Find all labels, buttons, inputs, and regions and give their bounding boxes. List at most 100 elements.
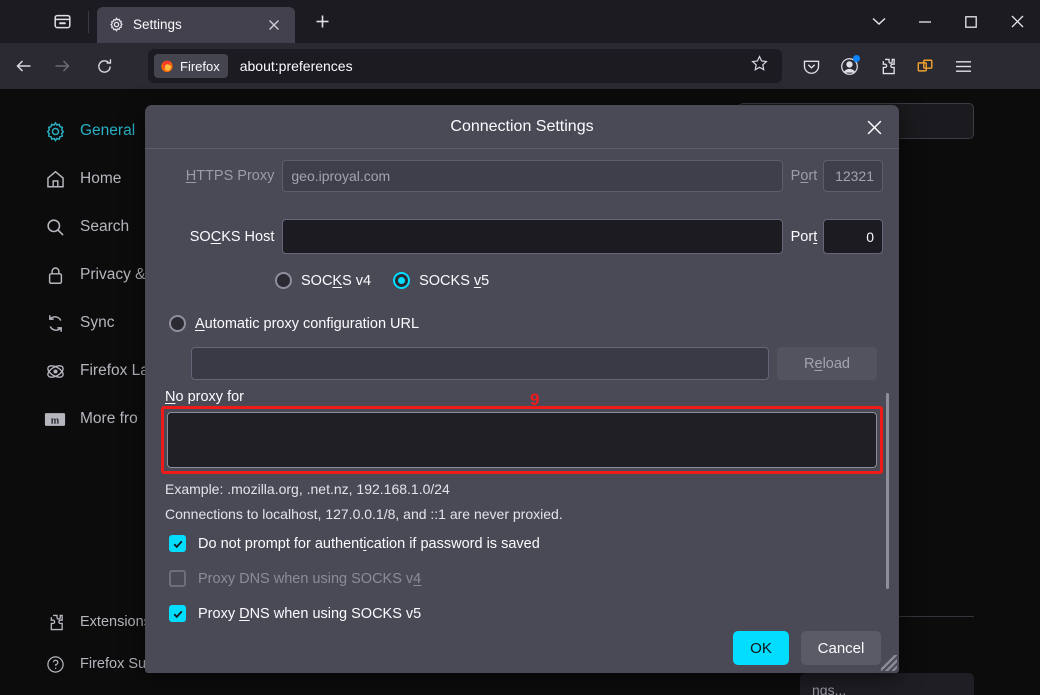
- checkbox-unchecked-icon: [169, 570, 186, 587]
- identity-chip[interactable]: Firefox: [154, 54, 228, 78]
- pac-url-input[interactable]: [191, 347, 769, 380]
- pocket-icon[interactable]: [794, 50, 828, 82]
- dialog-scrollbar[interactable]: [886, 393, 889, 589]
- gear-icon: [109, 17, 124, 32]
- identity-label: Firefox: [180, 58, 220, 74]
- search-icon: [44, 216, 66, 238]
- home-icon: [44, 168, 66, 190]
- tab-title: Settings: [133, 17, 182, 32]
- dialog-body: HTTPS Proxy geo.iproyal.com Port 12321 S…: [145, 149, 899, 623]
- sidebar-item-label: Firefox Sup: [80, 656, 155, 672]
- https-port-input[interactable]: 12321: [823, 160, 884, 192]
- network-settings-button[interactable]: ngs...: [800, 673, 974, 695]
- gear-icon: [44, 120, 66, 142]
- https-proxy-value: geo.iproyal.com: [291, 168, 391, 184]
- radio-auto-proxy-config[interactable]: Automatic proxy configuration URL: [169, 315, 883, 332]
- firefox-logo-icon: [160, 59, 174, 73]
- dialog-footer: OK Cancel: [145, 623, 899, 673]
- checkbox-proxy-dns-socks-v4-label: Proxy DNS when using SOCKS v4: [198, 570, 422, 587]
- socks-host-label: SOCKS Host: [189, 228, 275, 245]
- https-proxy-input[interactable]: geo.iproyal.com: [282, 160, 783, 192]
- dialog-title: Connection Settings: [450, 117, 594, 135]
- url-bar[interactable]: Firefox about:preferences: [148, 49, 782, 83]
- socks-port-input[interactable]: 0: [823, 219, 884, 254]
- socks-host-input[interactable]: [282, 219, 783, 254]
- atom-icon: [44, 360, 66, 382]
- toolbar-icons: [792, 50, 982, 82]
- sidebar-item-label: Home: [80, 170, 122, 187]
- checkbox-checked-icon: [169, 605, 186, 622]
- dialog-header: Connection Settings: [145, 105, 899, 149]
- no-proxy-textarea[interactable]: [167, 412, 877, 468]
- url-text[interactable]: about:preferences: [240, 58, 751, 74]
- https-proxy-label: HTTPS Proxy: [185, 168, 275, 184]
- extensions-icon: [44, 611, 66, 633]
- checkbox-checked-icon: [169, 535, 186, 552]
- radio-button-icon: [275, 272, 292, 289]
- socks-port-label: Port: [790, 228, 818, 245]
- tab-divider: [88, 10, 89, 33]
- extensions-icon[interactable]: [870, 50, 904, 82]
- annotation-marker-9: 9: [530, 390, 540, 409]
- checkbox-proxy-dns-socks-v4: Proxy DNS when using SOCKS v4: [169, 570, 883, 587]
- sidebar-item-label: Firefox La: [80, 362, 149, 379]
- connection-settings-dialog: Connection Settings HTTPS Proxy geo.ipro…: [145, 105, 899, 673]
- radio-button-icon: [169, 315, 186, 332]
- minimize-button[interactable]: [902, 0, 948, 43]
- pac-url-row: Reload: [191, 347, 883, 380]
- checkbox-no-auth-prompt[interactable]: Do not prompt for authentication if pass…: [169, 535, 883, 552]
- no-proxy-localhost-text: Connections to localhost, 127.0.0.1/8, a…: [165, 506, 563, 522]
- star-icon[interactable]: [751, 55, 768, 77]
- checkbox-proxy-dns-socks-v5[interactable]: Proxy DNS when using SOCKS v5: [169, 605, 883, 622]
- auto-proxy-config-label: Automatic proxy configuration URL: [195, 315, 420, 332]
- reload-button-label: Reload: [804, 355, 850, 372]
- tab-settings[interactable]: Settings: [97, 6, 295, 43]
- lock-icon: [44, 264, 66, 286]
- navigation-toolbar: Firefox about:preferences: [0, 43, 1040, 89]
- network-settings-label: ngs...: [812, 682, 847, 695]
- sidebar-item-label: Sync: [80, 314, 115, 331]
- window-controls: [856, 0, 1040, 43]
- cancel-button[interactable]: Cancel: [801, 631, 881, 665]
- browser-window: Settings Firefox about:preferences ngs..…: [0, 0, 1040, 695]
- back-arrow-icon[interactable]: [7, 50, 41, 82]
- sidebar-item-label: More fro: [80, 410, 138, 427]
- radio-socks-v4-label: SOCKS v4: [301, 272, 372, 289]
- reload-icon[interactable]: [87, 50, 121, 82]
- new-tab-button[interactable]: [307, 7, 337, 37]
- sidebar-item-label: General: [80, 122, 136, 139]
- forward-arrow-icon: [45, 50, 79, 82]
- close-icon[interactable]: [859, 112, 889, 142]
- tab-bar: Settings: [0, 0, 1040, 43]
- checkbox-no-auth-prompt-label: Do not prompt for authentication if pass…: [198, 535, 540, 552]
- svg-text:m: m: [51, 415, 60, 426]
- radio-socks-v5[interactable]: SOCKS v5: [393, 272, 489, 289]
- no-proxy-label: No proxy for: [165, 389, 244, 405]
- radio-button-selected-icon: [393, 272, 411, 289]
- no-proxy-field-wrap: 9: [161, 390, 883, 474]
- hamburger-menu-icon[interactable]: [946, 50, 980, 82]
- radio-socks-v4[interactable]: SOCKS v4: [275, 272, 371, 289]
- radio-socks-v5-label: SOCKS v5: [419, 272, 490, 289]
- resize-grip[interactable]: [881, 655, 897, 671]
- socks-host-row: SOCKS Host Port 0: [163, 219, 884, 254]
- account-icon[interactable]: [832, 50, 866, 82]
- chevron-down-icon[interactable]: [856, 0, 902, 43]
- container-tabs-icon[interactable]: [908, 50, 942, 82]
- close-icon[interactable]: [261, 12, 287, 38]
- reload-button[interactable]: Reload: [777, 347, 877, 380]
- maximize-button[interactable]: [948, 0, 994, 43]
- https-port-label: Port: [790, 168, 818, 184]
- socks-version-group: SOCKS v4 SOCKS v5: [275, 272, 883, 289]
- account-badge: [853, 55, 860, 62]
- https-port-value: 12321: [835, 168, 875, 184]
- https-proxy-row: HTTPS Proxy geo.iproyal.com Port 12321: [163, 160, 884, 192]
- sidebar-item-label: Extensions: [80, 614, 151, 630]
- ok-button[interactable]: OK: [733, 631, 789, 665]
- tab-list-icon[interactable]: [42, 7, 82, 37]
- sync-icon: [44, 312, 66, 334]
- checkbox-proxy-dns-socks-v5-label: Proxy DNS when using SOCKS v5: [198, 605, 422, 622]
- window-close-button[interactable]: [994, 0, 1040, 43]
- mozilla-m-icon: m: [44, 408, 66, 430]
- no-proxy-example-text: Example: .mozilla.org, .net.nz, 192.168.…: [165, 481, 450, 497]
